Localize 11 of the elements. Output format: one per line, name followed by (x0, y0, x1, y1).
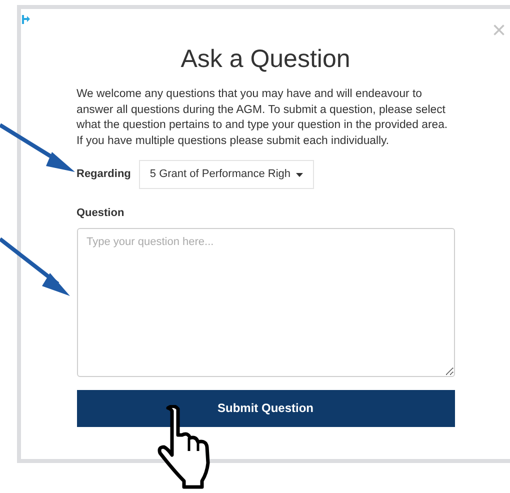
caret-icon (296, 172, 303, 176)
intro-paragraph: We welcome any questions that you may have and will endeavour to answer all questions during the AGM. To submit a question, please select what the question pertains to and type your question in the provided area. If you have multiple questions please submit each individually. (76, 87, 449, 148)
regarding-label: Regarding (76, 167, 131, 182)
question-field[interactable]: Type your question here... (76, 228, 454, 376)
arrow-icon (0, 122, 76, 174)
submit-button[interactable]: Submit Question (76, 390, 454, 426)
regarding-dropdown[interactable]: 5 Grant of Performance Righ (138, 160, 314, 189)
exit-icon (22, 15, 30, 24)
dialog-title: Ask a Question (180, 44, 350, 75)
question-label: Question (76, 206, 126, 221)
arrow-icon (0, 236, 72, 298)
